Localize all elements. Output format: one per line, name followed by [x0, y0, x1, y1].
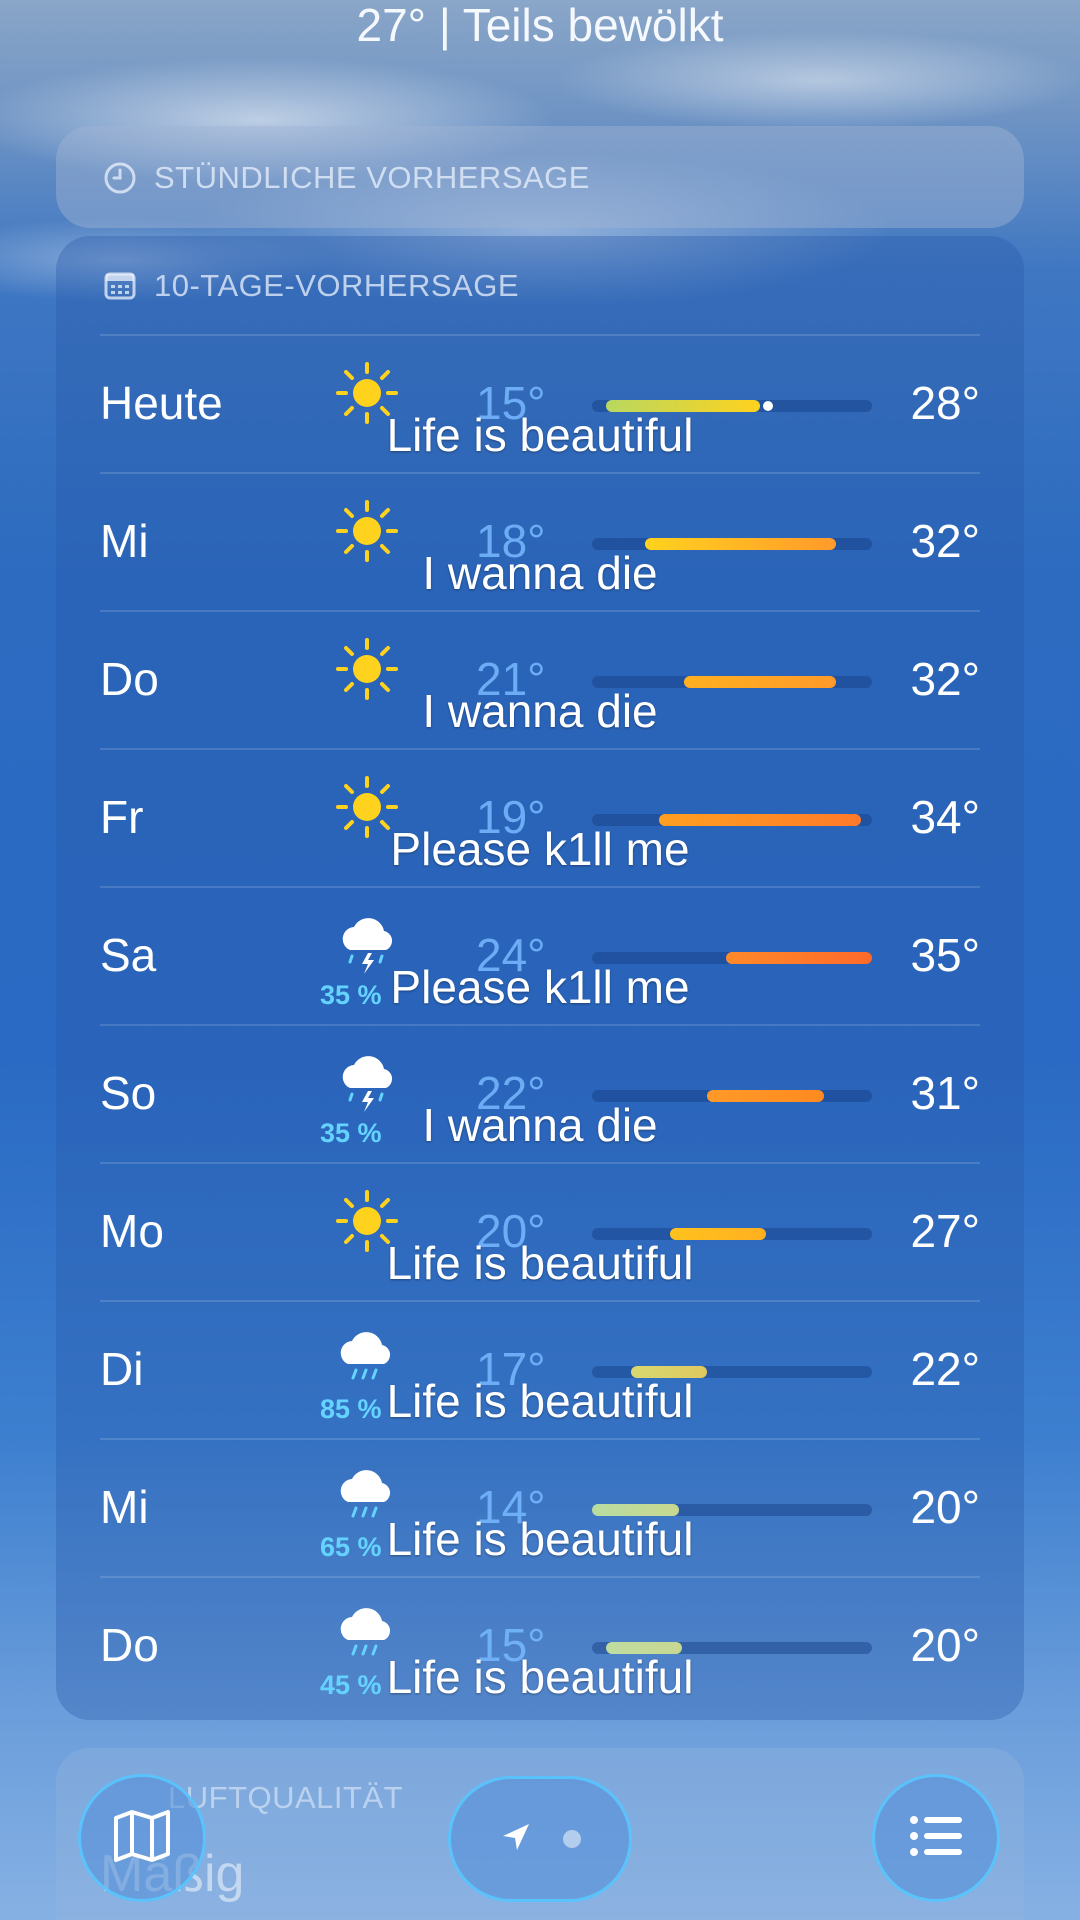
forecast-row[interactable]: Heute 15° 28° Life is beautiful	[56, 336, 1024, 474]
current-conditions-summary: 27° | Teils bewölkt	[356, 0, 724, 51]
ten-day-forecast-header: 10-TAGE-VORHERSAGE	[102, 266, 519, 306]
hourly-forecast-title: STÜNDLICHE VORHERSAGE	[154, 160, 590, 195]
map-icon	[110, 1804, 174, 1873]
air-quality-header: LUFTQUALITÄT	[168, 1778, 403, 1818]
forecast-row[interactable]: Do 21° 32° I wanna die	[56, 612, 1024, 750]
list-icon	[904, 1804, 968, 1873]
forecast-row[interactable]: Di 85 % 17° 22° Life is beautiful	[56, 1302, 1024, 1440]
forecast-row[interactable]: Fr 19° 34° Please k1ll me	[56, 750, 1024, 888]
overlay-caption: Life is beautiful	[386, 1375, 694, 1427]
overlay-caption: I wanna die	[422, 685, 658, 737]
location-page-indicator[interactable]	[448, 1776, 632, 1902]
map-button[interactable]	[78, 1774, 206, 1902]
calendar-icon	[102, 268, 138, 304]
overlay-caption: I wanna die	[422, 1099, 658, 1151]
forecast-row[interactable]: Mo 20° 27° Life is beautiful	[56, 1164, 1024, 1302]
overlay-caption: Please k1ll me	[390, 961, 690, 1013]
overlay-caption: Life is beautiful	[386, 409, 694, 461]
forecast-row[interactable]: Mi 18° 32° I wanna die	[56, 474, 1024, 612]
overlay-caption: Life is beautiful	[386, 1513, 694, 1565]
ten-day-forecast-card[interactable]: 10-TAGE-VORHERSAGE Heute 15° 28° Life is be…	[56, 236, 1024, 1720]
overlay-caption: Life is beautiful	[386, 1651, 694, 1703]
location-arrow-icon	[499, 1820, 533, 1859]
forecast-row[interactable]: Mi 65 % 14° 20° Life is beautiful	[56, 1440, 1024, 1578]
clock-icon	[102, 160, 138, 196]
forecast-row[interactable]: So 35 % 22° 31° I wanna die	[56, 1026, 1024, 1164]
ten-day-forecast-title: 10-TAGE-VORHERSAGE	[154, 268, 520, 303]
overlay-caption: Please k1ll me	[390, 823, 690, 875]
overlay-caption: Life is beautiful	[386, 1237, 694, 1289]
forecast-row[interactable]: Do 45 % 15° 20° Life is beautiful	[56, 1578, 1024, 1716]
forecast-row[interactable]: Sa 35 % 24° 35° Please k1ll me	[56, 888, 1024, 1026]
overlay-caption: I wanna die	[422, 547, 658, 599]
air-quality-title: LUFTQUALITÄT	[168, 1780, 404, 1815]
list-button[interactable]	[872, 1774, 1000, 1902]
hourly-forecast-header: STÜNDLICHE VORHERSAGE	[102, 158, 590, 198]
hourly-forecast-card[interactable]: STÜNDLICHE VORHERSAGE	[56, 126, 1024, 228]
page-dot	[563, 1830, 581, 1848]
